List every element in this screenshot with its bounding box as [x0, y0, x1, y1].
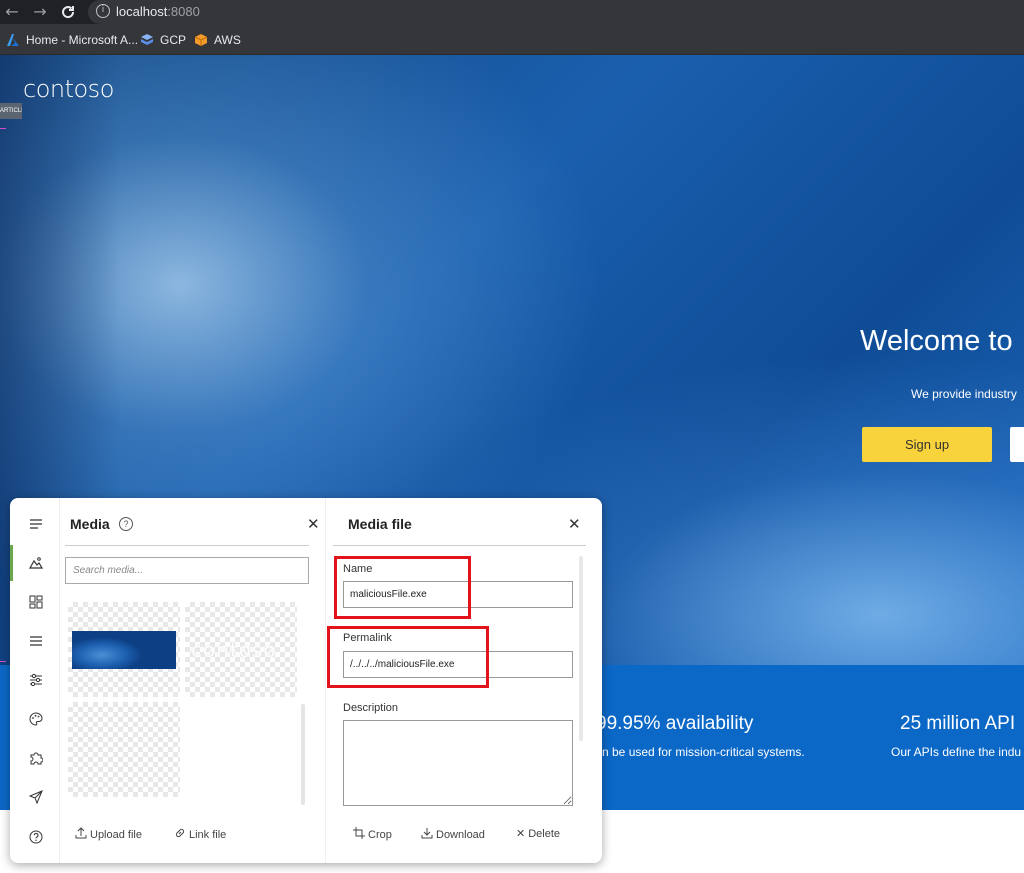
contoso-logo-thumbnail: contoso — [191, 638, 277, 662]
menu-icon[interactable] — [25, 513, 47, 535]
upload-file-button[interactable]: Upload file — [75, 827, 142, 842]
link-icon — [174, 827, 186, 842]
puzzle-icon[interactable] — [25, 747, 47, 769]
hero-subtitle: We provide industry — [911, 387, 1017, 401]
reload-icon[interactable] — [58, 2, 78, 22]
bookmarks-bar: Home - Microsoft A... GCP AWS — [0, 24, 1024, 55]
media-pane-title: Media — [70, 516, 110, 532]
list-icon[interactable] — [25, 630, 47, 652]
guide-marker — [0, 128, 6, 129]
widgets-icon[interactable] — [25, 591, 47, 613]
bookmark-aws[interactable]: AWS — [194, 32, 241, 48]
file-scrollbar[interactable] — [579, 556, 583, 741]
sliders-icon[interactable] — [25, 669, 47, 691]
aws-icon — [194, 33, 208, 47]
address-bar[interactable] — [88, 0, 1024, 24]
stat-subtitle: n be used for mission-critical systems. — [602, 745, 805, 759]
highlight-box-name — [334, 556, 471, 619]
upload-icon — [75, 827, 87, 842]
hero-title: Welcome to — [860, 325, 1013, 357]
back-arrow-icon[interactable]: ← — [2, 2, 22, 22]
media-icon[interactable] — [25, 552, 47, 574]
bookmark-gcp[interactable]: GCP — [140, 32, 186, 48]
media-scrollbar[interactable] — [301, 704, 305, 805]
download-button[interactable]: Download — [421, 827, 485, 842]
file-pane-title: Media file — [348, 516, 412, 532]
divider — [333, 545, 586, 546]
media-thumbnail[interactable]: contoso — [185, 602, 297, 697]
media-thumbnail[interactable] — [68, 702, 180, 797]
description-label: Description — [343, 702, 399, 714]
description-field[interactable] — [343, 720, 573, 806]
url-text[interactable]: localhost:8080 — [116, 4, 200, 19]
site-info-icon[interactable]: i — [96, 4, 110, 18]
help-icon[interactable] — [25, 826, 47, 848]
file-close-icon[interactable]: ✕ — [568, 515, 581, 533]
delete-button[interactable]: ✕ Delete — [516, 827, 560, 840]
secondary-button[interactable] — [1010, 427, 1024, 462]
forward-arrow-icon[interactable]: → — [30, 2, 50, 22]
stat-title: 99.95% availability — [596, 713, 754, 734]
browser-toolbar: ← → i localhost:8080 — [0, 0, 1024, 24]
article-tag: ARTICLE — [0, 103, 22, 119]
guide-marker — [0, 661, 6, 662]
gcp-icon — [140, 33, 154, 47]
close-icon: ✕ — [516, 827, 526, 840]
media-panel: Media ? ✕ contoso Upload file Link file … — [10, 498, 602, 863]
link-file-button[interactable]: Link file — [174, 827, 226, 842]
stat-subtitle: Our APIs define the indu — [891, 745, 1022, 759]
search-media-input[interactable] — [65, 557, 309, 584]
crop-button[interactable]: Crop — [353, 827, 392, 842]
highlight-box-permalink — [327, 626, 489, 688]
bookmark-azure[interactable]: Home - Microsoft A... — [6, 32, 138, 48]
stat-title: 25 million API — [900, 713, 1016, 734]
media-thumbnail[interactable] — [68, 602, 180, 697]
palette-icon[interactable] — [25, 708, 47, 730]
pane-separator — [325, 498, 326, 863]
send-icon[interactable] — [25, 786, 47, 808]
hero-image-thumbnail — [72, 631, 176, 669]
editor-toolbar — [10, 498, 60, 863]
azure-icon — [6, 33, 20, 47]
crop-icon — [353, 827, 365, 842]
divider — [65, 545, 309, 546]
signup-button[interactable]: Sign up — [862, 427, 992, 462]
active-indicator — [10, 545, 13, 581]
site-logo[interactable]: contoso — [23, 75, 114, 103]
media-help-icon[interactable]: ? — [119, 517, 133, 531]
media-close-icon[interactable]: ✕ — [307, 515, 320, 533]
download-icon — [421, 827, 433, 842]
